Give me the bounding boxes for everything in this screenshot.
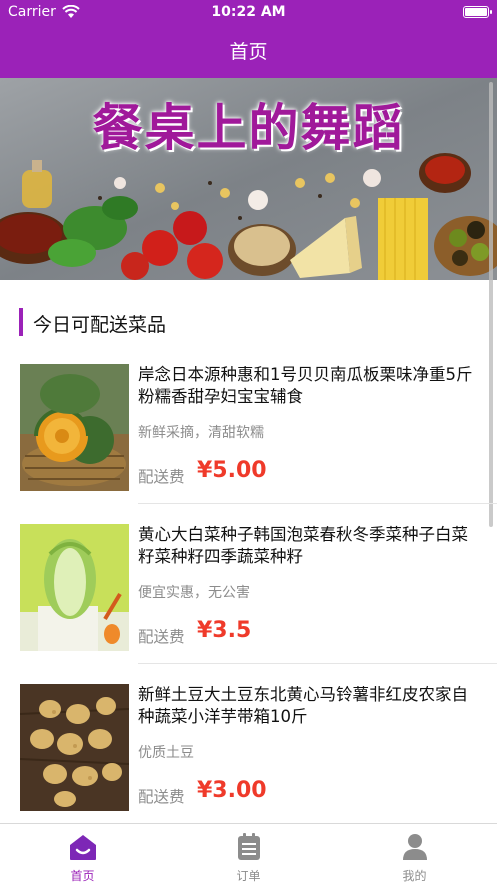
list-item[interactable]: 黄心大白菜种子韩国泡菜春秋冬季菜种子白菜籽菜种籽四季蔬菜种籽 便宜实惠，无公害 … [0,504,497,664]
page-title: 首页 [229,41,268,63]
section-accent-bar [19,308,23,336]
item-description: 优质土豆 [138,745,194,761]
tab-orders-label: 订单 [236,869,261,883]
item-price: ¥3.00 [197,778,267,803]
profile-icon [403,834,427,860]
banner-title: 餐桌上的舞蹈 [92,98,405,157]
tab-home-label: 首页 [70,869,95,883]
tab-profile[interactable]: 我的 [332,824,497,884]
battery-icon [463,6,492,18]
item-description: 新鲜采摘，清甜软糯 [138,425,264,441]
home-icon [70,835,96,860]
delivery-fee-label: 配送费 [138,468,185,486]
item-title: 新鲜土豆大土豆东北黄心马铃薯非红皮农家自种蔬菜小洋芋带箱10斤 [138,685,468,726]
section-header: 今日可配送菜品 [0,280,497,344]
item-price: ¥5.00 [197,458,267,483]
item-thumbnail [20,684,129,811]
status-time: 10:22 AM [211,4,286,20]
item-thumbnail [20,524,129,651]
tab-bar: 首页 订单 我的 [0,823,497,884]
item-thumbnail [20,364,129,491]
tab-home[interactable]: 首页 [0,824,165,884]
banner[interactable]: 餐桌上的舞蹈 [0,78,497,280]
section-title: 今日可配送菜品 [33,314,167,336]
list-item[interactable]: 岸念日本源种惠和1号贝贝南瓜板栗味净重5斤粉糯香甜孕妇宝宝辅食 新鲜采摘，清甜软… [0,344,497,504]
navigation-bar: 首页 [0,26,497,78]
tab-orders[interactable]: 订单 [166,824,331,884]
order-list-icon [238,833,260,860]
tab-profile-label: 我的 [402,869,427,883]
item-description: 便宜实惠，无公害 [138,585,250,601]
item-title: 岸念日本源种惠和1号贝贝南瓜板栗味净重5斤粉糯香甜孕妇宝宝辅食 [138,365,473,406]
delivery-fee-label: 配送费 [138,788,185,806]
delivery-fee-label: 配送费 [138,628,185,646]
item-price: ¥3.5 [197,618,252,643]
list-item[interactable]: 新鲜土豆大土豆东北黄心马铃薯非红皮农家自种蔬菜小洋芋带箱10斤 优质土豆 配送费… [0,664,497,824]
item-title: 黄心大白菜种子韩国泡菜春秋冬季菜种子白菜籽菜种籽四季蔬菜种籽 [138,525,468,566]
status-bar: Carrier 10:22 AM [0,0,497,26]
